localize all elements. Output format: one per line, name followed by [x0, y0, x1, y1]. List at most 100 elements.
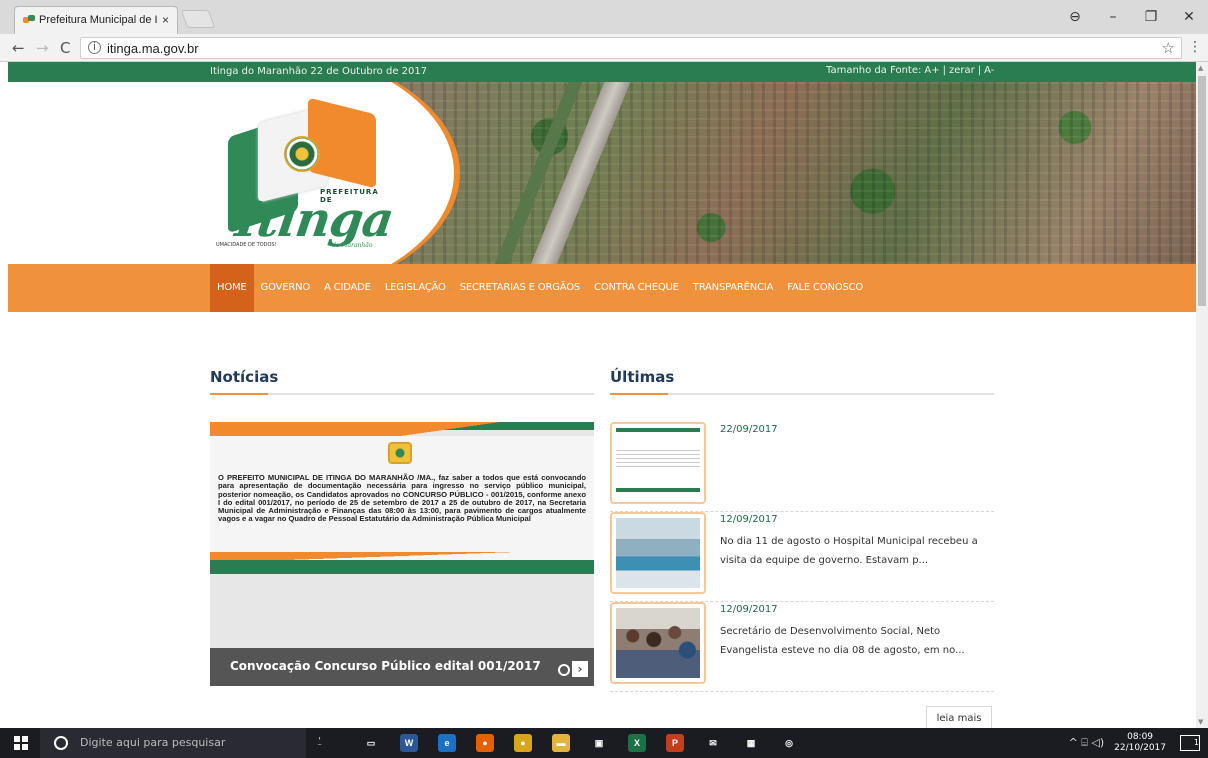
nav-item-secretarias[interactable]: SECRETARIAS E ORGÃOS	[453, 264, 587, 312]
slider-pause-icon[interactable]	[558, 664, 570, 676]
taskbar-search[interactable]: Digite aqui para pesquisar ⍘	[40, 728, 323, 758]
page-scrollbar[interactable]: ▲ ▼	[1196, 62, 1208, 728]
scrollbar-thumb[interactable]	[1198, 76, 1206, 306]
edge-icon[interactable]: e	[428, 728, 466, 758]
tab-close-icon[interactable]: ×	[162, 13, 169, 27]
taskbar-apps: ▭ We ● ● ▬ ▣ X P ✉ ▦ ◎	[352, 728, 808, 758]
nav-item-transparencia[interactable]: TRANSPARÊNCIA	[686, 264, 780, 312]
calculator-icon[interactable]: ▦	[732, 728, 770, 758]
nav-item-legislacao[interactable]: LEGISLAÇÃO	[378, 264, 453, 312]
list-item[interactable]: 12/09/2017 Secretário de Desenvolvimento…	[610, 602, 994, 692]
nav-item-fale-conosco[interactable]: FALE CONOSCO	[780, 264, 870, 312]
task-view-icon[interactable]: ▭	[352, 728, 390, 758]
word-icon-glyph: W	[400, 734, 418, 752]
taskbar-search-placeholder: Digite aqui para pesquisar	[80, 736, 226, 749]
window-controls: ⊖ – ❐ ✕	[1056, 0, 1208, 34]
ultimas-title: Últimas	[610, 368, 675, 386]
mail-icon[interactable]: ✉	[694, 728, 732, 758]
firefox-icon-glyph: ●	[476, 734, 494, 752]
logo-subtitle-text: do Maranhão	[332, 242, 373, 249]
store-icon-glyph: ▣	[590, 734, 608, 752]
clock-date: 22/10/2017	[1114, 743, 1166, 753]
featured-news-slider[interactable]: O PREFEITO MUNICIPAL DE ITINGA DO MARANH…	[210, 422, 594, 686]
news-thumbnail[interactable]	[610, 422, 706, 504]
notification-center-icon[interactable]: 1	[1180, 735, 1200, 751]
maximize-button[interactable]: ❐	[1132, 0, 1170, 34]
media-icon-glyph: ◎	[780, 734, 798, 752]
font-decrease-link[interactable]: A-	[984, 65, 994, 76]
font-separator: |	[942, 65, 946, 76]
system-tray: ^ ⌸ ◁) 08:09 22/10/2017 1	[1069, 728, 1208, 758]
scroll-down-icon[interactable]: ▼	[1198, 718, 1203, 726]
info-icon[interactable]: i	[88, 41, 101, 54]
excel-icon[interactable]: X	[618, 728, 656, 758]
chrome-icon[interactable]: ●	[504, 728, 542, 758]
star-icon[interactable]: ☆	[1162, 39, 1175, 57]
windows-taskbar: Digite aqui para pesquisar ⍘ ▭ We ● ● ▬ ▣ X P ✉ ▦…	[0, 728, 1208, 758]
list-item[interactable]: 12/09/2017 No dia 11 de agosto o Hospita…	[610, 512, 994, 602]
kebab-menu-icon[interactable]: ⋮	[1188, 39, 1202, 55]
address-bar[interactable]: i itinga.ma.gov.br ☆	[80, 37, 1182, 59]
font-size-controls: Tamanho da Fonte: A+ | zerar | A-	[826, 65, 994, 76]
edge-icon-glyph: e	[438, 734, 456, 752]
minimize-button[interactable]: –	[1094, 0, 1132, 34]
site-favicon-icon	[23, 15, 35, 25]
close-window-button[interactable]: ✕	[1170, 0, 1208, 34]
nav-item-home[interactable]: HOME	[210, 264, 254, 312]
microphone-icon[interactable]: ⍘	[316, 734, 323, 749]
tray-icons[interactable]: ^ ⌸ ◁)	[1069, 736, 1105, 750]
font-increase-link[interactable]: A+	[924, 65, 939, 76]
cortana-icon	[54, 736, 68, 750]
ultimas-divider	[610, 393, 994, 395]
header-date: Itinga do Maranhão 22 de Outubro de 2017	[210, 66, 428, 77]
font-reset-link[interactable]: zerar	[949, 65, 975, 76]
featured-news-caption-bar: Convocação Concurso Público edital 001/2…	[210, 648, 594, 686]
clock-time: 08:09	[1127, 732, 1154, 742]
powerpoint-icon-glyph: P	[666, 734, 684, 752]
task-view-icon-glyph: ▭	[362, 734, 380, 752]
featured-news-image: O PREFEITO MUNICIPAL DE ITINGA DO MARANH…	[210, 436, 594, 560]
news-thumbnail[interactable]	[610, 602, 706, 684]
news-thumbnail[interactable]	[610, 512, 706, 594]
nav-item-governo[interactable]: GOVERNO	[254, 264, 318, 312]
taskbar-clock[interactable]: 08:09 22/10/2017	[1114, 732, 1166, 754]
word-icon[interactable]: W	[390, 728, 428, 758]
main-nav: HOME GOVERNO A CIDADE LEGISLAÇÃO SECRETA…	[8, 264, 1196, 312]
new-tab-button[interactable]	[180, 10, 216, 28]
arrow-left-icon[interactable]: ←	[12, 39, 25, 57]
browser-tab[interactable]: Prefeitura Municipal de I ×	[14, 6, 178, 34]
news-date: 12/09/2017	[720, 604, 778, 615]
top-strip: Itinga do Maranhão 22 de Outubro de 2017…	[8, 62, 1196, 82]
logo-motto-text: UMACIDADE DE TODOS!	[216, 242, 277, 248]
emblem-icon	[388, 442, 412, 464]
profile-icon[interactable]: ⊖	[1056, 0, 1094, 34]
media-icon[interactable]: ◎	[770, 728, 808, 758]
url-text: itinga.ma.gov.br	[107, 41, 199, 56]
site-header-banner: PREFEITURA DE Itinga UMACIDADE DE TODOS!…	[8, 82, 1196, 264]
reload-icon[interactable]: C	[60, 39, 70, 57]
nav-item-contra-cheque[interactable]: CONTRA CHEQUE	[587, 264, 686, 312]
site-logo[interactable]: PREFEITURA DE Itinga UMACIDADE DE TODOS!…	[214, 97, 396, 249]
font-separator: |	[977, 65, 982, 76]
nav-item-a-cidade[interactable]: A CIDADE	[317, 264, 378, 312]
arrow-right-icon[interactable]: →	[36, 39, 49, 57]
tab-title: Prefeitura Municipal de I	[39, 14, 158, 26]
noticias-title: Notícias	[210, 368, 279, 386]
read-more-button[interactable]: leia mais	[926, 706, 992, 728]
slider-next-button[interactable]: ›	[572, 661, 588, 677]
featured-news-body: O PREFEITO MUNICIPAL DE ITINGA DO MARANH…	[218, 473, 586, 524]
noticias-divider	[210, 393, 594, 395]
store-icon[interactable]: ▣	[580, 728, 618, 758]
powerpoint-icon[interactable]: P	[656, 728, 694, 758]
file-explorer-icon[interactable]: ▬	[542, 728, 580, 758]
mail-icon-glyph: ✉	[704, 734, 722, 752]
featured-news-caption[interactable]: Convocação Concurso Público edital 001/2…	[230, 659, 541, 673]
page-viewport: Itinga do Maranhão 22 de Outubro de 2017…	[8, 62, 1196, 728]
news-date: 22/09/2017	[720, 424, 778, 435]
scroll-up-icon[interactable]: ▲	[1198, 64, 1203, 72]
firefox-icon[interactable]: ●	[466, 728, 504, 758]
list-item[interactable]: 22/09/2017	[610, 422, 994, 512]
windows-start-icon[interactable]	[14, 736, 28, 750]
browser-tab-bar: Prefeitura Municipal de I × ⊖ – ❐ ✕	[0, 0, 1208, 34]
coat-of-arms-icon	[284, 136, 320, 172]
